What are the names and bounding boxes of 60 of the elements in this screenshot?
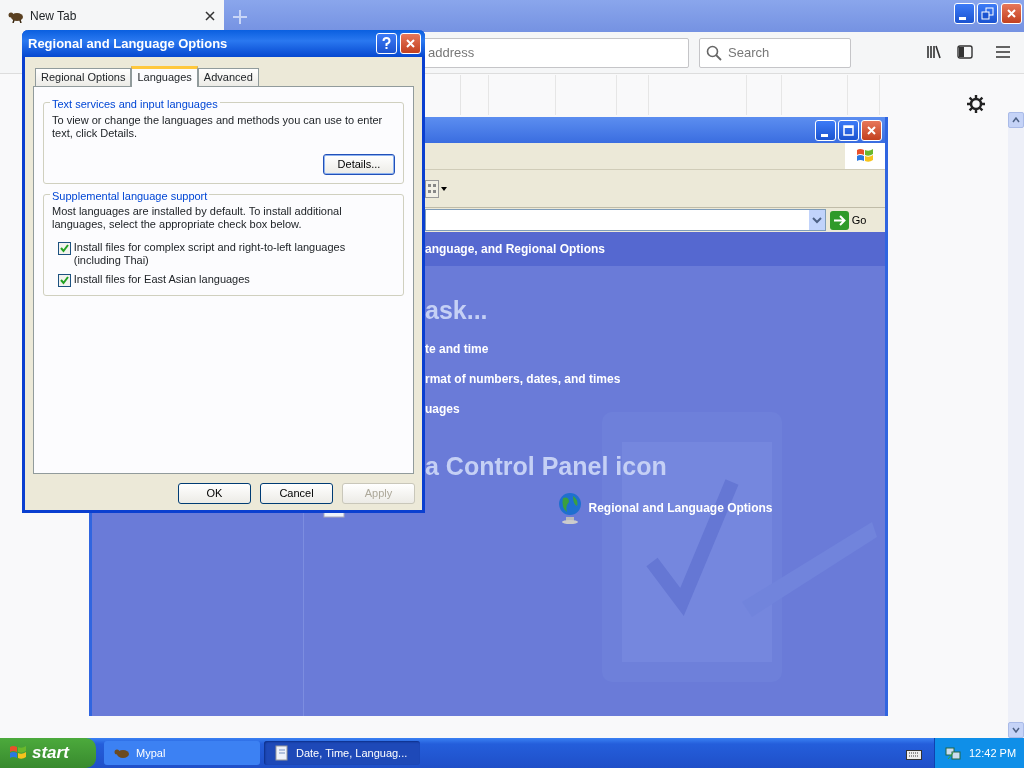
scroll-down-button[interactable] — [1008, 722, 1024, 738]
document-icon — [274, 745, 290, 761]
globe-icon — [557, 492, 583, 524]
minimize-button[interactable] — [815, 119, 836, 141]
ok-button[interactable]: OK — [178, 483, 251, 504]
scrollbar[interactable] — [1008, 112, 1024, 738]
clock: 12:42 PM — [969, 745, 1017, 761]
checkbox[interactable] — [58, 274, 71, 287]
tab[interactable]: Languages — [131, 66, 198, 87]
taskbar-button[interactable]: Mypal — [104, 741, 260, 765]
go-button[interactable]: Go — [830, 210, 867, 230]
search-field[interactable]: Search — [699, 38, 851, 68]
dialog-title: Regional and Language Options — [28, 34, 229, 53]
tab-title: New Tab — [30, 8, 78, 25]
restore-icon — [981, 7, 995, 20]
help-button[interactable] — [376, 33, 398, 54]
dropdown-arrow-icon[interactable] — [441, 186, 447, 191]
network-icon[interactable] — [945, 745, 961, 761]
taskbar-button[interactable]: Date, Time, Languag... — [264, 741, 420, 765]
tab[interactable]: Regional Options — [35, 68, 132, 86]
task-link[interactable]: uages — [425, 400, 460, 418]
dropdown-icon[interactable] — [809, 210, 825, 230]
maximize-icon — [842, 123, 855, 137]
address-placeholder: address — [428, 44, 475, 63]
scroll-up-button[interactable] — [1008, 112, 1024, 128]
restore-button[interactable] — [977, 3, 999, 24]
details-button[interactable]: Details... — [323, 153, 395, 175]
browser-tab[interactable]: New Tab — [0, 0, 224, 32]
keyboard-icon[interactable] — [906, 747, 922, 760]
close-icon — [404, 37, 417, 50]
close-icon — [1005, 7, 1018, 20]
close-icon[interactable] — [204, 10, 216, 22]
minimize-button[interactable] — [953, 3, 975, 24]
task-heading: ask... — [425, 295, 488, 326]
address-field[interactable] — [425, 209, 826, 231]
windows-logo-icon — [856, 147, 874, 165]
close-button[interactable] — [400, 33, 421, 54]
library-icon[interactable] — [926, 44, 942, 60]
cancel-button[interactable]: Cancel — [260, 483, 333, 504]
icon-heading: a Control Panel icon — [425, 451, 667, 482]
task-link[interactable]: te and time — [425, 340, 489, 358]
tab[interactable]: Advanced — [197, 68, 259, 86]
start-button[interactable]: start — [0, 738, 96, 768]
close-button[interactable] — [861, 119, 882, 141]
close-button[interactable] — [1001, 3, 1022, 24]
description-text: Most languages are installed by default. To install additional languages, select the appropriate check box below. — [52, 205, 343, 231]
maximize-button[interactable] — [838, 119, 859, 141]
sidebar-icon[interactable] — [957, 44, 973, 60]
minimize-icon — [820, 133, 828, 137]
settings-icon[interactable] — [967, 95, 985, 114]
windows-logo-icon — [8, 744, 28, 762]
search-icon — [706, 45, 722, 61]
search-placeholder: Search — [728, 44, 770, 63]
menu-icon[interactable] — [995, 44, 1011, 60]
task-link[interactable]: rmat of numbers, dates, and times — [425, 370, 621, 388]
checkbox-label[interactable]: Install files for East Asian languages — [73, 273, 250, 287]
close-icon — [865, 123, 878, 137]
minimize-icon — [959, 17, 966, 20]
checkbox[interactable] — [58, 242, 71, 255]
description-text: To view or change the languages and methods you can use to enter text, click Details. — [52, 113, 384, 140]
